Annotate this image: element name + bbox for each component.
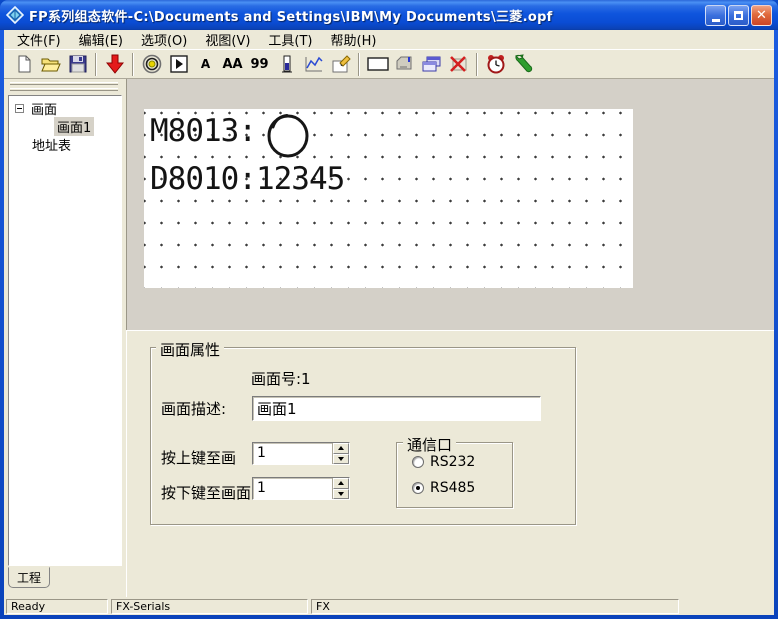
spin-down-button[interactable] [333, 454, 349, 465]
screen-number-label: 画面号:1 [251, 368, 311, 389]
radio-rs485[interactable]: RS485 [412, 480, 475, 496]
titlebar: FP系列组态软件-C:\Documents and Settings\IBM\M… [0, 0, 778, 30]
menu-edit[interactable]: 编辑(E) [70, 29, 132, 50]
canvas-text-m8013[interactable]: M8013: [150, 111, 256, 151]
close-button[interactable]: ✕ [751, 5, 772, 26]
status-ready: Ready [6, 599, 108, 614]
window-cascade-icon[interactable] [418, 52, 445, 77]
app-diamond-icon[interactable] [6, 6, 24, 24]
static-text-icon[interactable]: A [192, 52, 219, 77]
maximize-button[interactable] [728, 5, 749, 26]
comm-port-group: 通信口 RS232 RS485 [396, 442, 513, 508]
menu-file[interactable]: 文件(F) [8, 29, 70, 50]
main-area: M8013: D8010:12345 画面属性 画面号:1 画面描述: 按上键至… [126, 79, 774, 597]
open-file-icon[interactable] [37, 52, 64, 77]
comm-port-title: 通信口 [403, 434, 456, 455]
menubar: 文件(F) 编辑(E) 选项(O) 视图(V) 工具(T) 帮助(H) [4, 30, 774, 50]
close-icon: ✕ [756, 8, 767, 23]
download-to-plc-icon[interactable] [101, 52, 128, 77]
screen-description-label: 画面描述: [161, 398, 226, 419]
toolbar-separator [358, 53, 360, 76]
status-plc-series: FX-Serials [111, 599, 308, 614]
project-panel: 画面 画面1 地址表 工程 [4, 79, 126, 597]
screen-properties-group: 画面属性 画面号:1 画面描述: 按上键至画 1 按下键至画面: 1 [150, 347, 576, 525]
up-arrow-icon [338, 481, 344, 485]
toolbar: A AA 99 [4, 50, 774, 79]
rectangle-tool-icon[interactable] [364, 52, 391, 77]
tree-node-address-table[interactable]: 地址表 [9, 135, 121, 153]
radio-rs232[interactable]: RS232 [412, 454, 475, 470]
up-key-value: 1 [253, 443, 332, 464]
new-document-icon[interactable] [10, 52, 37, 77]
panel-grip[interactable] [10, 88, 118, 91]
lamp-indicator-icon[interactable] [138, 52, 165, 77]
alarm-clock-icon[interactable] [482, 52, 509, 77]
system-settings-wrench-icon[interactable] [509, 52, 536, 77]
numeric-display-icon[interactable]: 99 [246, 52, 273, 77]
panel-grip[interactable] [10, 82, 118, 85]
down-key-spinner[interactable]: 1 [252, 477, 350, 500]
properties-panel: 画面属性 画面号:1 画面描述: 按上键至画 1 按下键至画面: 1 [126, 330, 774, 597]
menu-options[interactable]: 选项(O) [132, 29, 196, 50]
down-key-value: 1 [253, 478, 332, 499]
status-plc-type: FX [311, 599, 679, 614]
toolbar-separator [95, 53, 97, 76]
spin-up-button[interactable] [333, 478, 349, 489]
statusbar: Ready FX-Serials FX [4, 597, 774, 615]
radio-unselected-icon[interactable] [412, 456, 424, 468]
minimize-icon [712, 19, 720, 22]
down-key-label: 按下键至画面: [161, 482, 256, 503]
register-edit-icon[interactable] [327, 52, 354, 77]
function-key-icon[interactable] [165, 52, 192, 77]
menu-help[interactable]: 帮助(H) [322, 29, 386, 50]
toolbar-separator [132, 53, 134, 76]
down-arrow-icon [338, 492, 344, 496]
project-tree: 画面 画面1 地址表 [8, 95, 122, 566]
spin-down-button[interactable] [333, 489, 349, 500]
screen-description-input[interactable] [252, 396, 541, 421]
tree-node-screen1[interactable]: 画面1 [9, 117, 121, 135]
mdi-background: M8013: D8010:12345 [126, 79, 774, 330]
collapse-icon[interactable] [15, 104, 24, 113]
save-file-icon[interactable] [64, 52, 91, 77]
bar-display-icon[interactable] [273, 52, 300, 77]
screen-jump-icon[interactable] [391, 52, 418, 77]
menu-tools[interactable]: 工具(T) [259, 29, 321, 50]
down-arrow-icon [338, 457, 344, 461]
project-tab[interactable]: 工程 [8, 567, 50, 588]
window-body: 文件(F) 编辑(E) 选项(O) 视图(V) 工具(T) 帮助(H) A AA… [4, 30, 774, 615]
toolbar-separator [476, 53, 478, 76]
minimize-button[interactable] [705, 5, 726, 26]
delete-screen-icon[interactable] [445, 52, 472, 77]
radio-selected-icon[interactable] [412, 482, 424, 494]
maximize-icon [734, 11, 743, 20]
up-key-spinner[interactable]: 1 [252, 442, 350, 465]
up-arrow-icon [338, 446, 344, 450]
screen-canvas[interactable]: M8013: D8010:12345 [144, 109, 633, 288]
window-border-right [774, 30, 778, 615]
trend-chart-icon[interactable] [300, 52, 327, 77]
big-text-icon[interactable]: AA [219, 52, 246, 77]
spin-up-button[interactable] [333, 443, 349, 454]
up-key-label: 按上键至画 [161, 447, 236, 468]
group-title: 画面属性 [156, 339, 224, 360]
canvas-text-d8010[interactable]: D8010:12345 [150, 159, 344, 199]
window-title: FP系列组态软件-C:\Documents and Settings\IBM\M… [29, 6, 700, 25]
lamp-circle-object[interactable] [266, 111, 310, 159]
tree-node-screens[interactable]: 画面 [9, 99, 121, 117]
menu-view[interactable]: 视图(V) [196, 29, 259, 50]
window-border-bottom [0, 615, 778, 619]
